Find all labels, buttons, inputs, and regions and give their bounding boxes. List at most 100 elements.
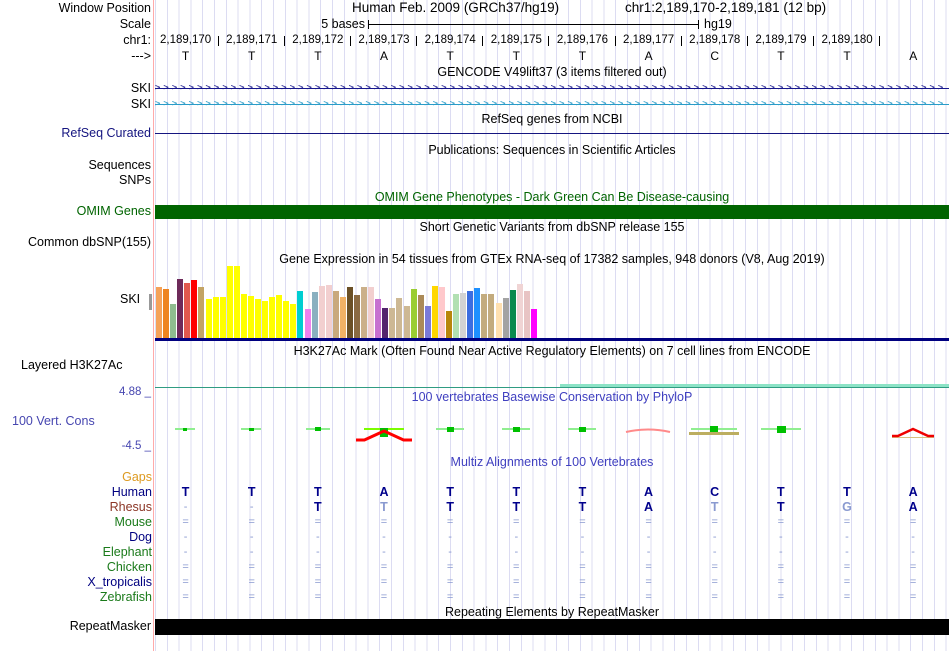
gtex-bar[interactable] [219,297,226,339]
multiz-species-label[interactable]: Mouse [114,516,152,529]
gtex-bar[interactable] [523,291,530,339]
gtex-bar[interactable] [509,290,516,339]
gtex-bar[interactable] [240,294,247,339]
multiz-row-mouse[interactable]: = = = = = = = = = = = = [153,516,948,529]
gtex-bar[interactable] [226,266,233,339]
gtex-bar[interactable] [467,291,474,339]
gtex-bar[interactable] [269,297,276,339]
multiz-row-dog[interactable]: ------------ [153,531,948,544]
gtex-bar[interactable] [474,288,481,339]
gtex-bar[interactable] [481,294,488,339]
gtex-bar[interactable] [424,306,431,339]
gtex-bar[interactable] [530,309,537,339]
reference-base: T [181,49,190,63]
multiz-row-zebrafish[interactable]: = = = = = = = = = = = = [153,591,948,604]
gtex-bar[interactable] [297,291,304,339]
gtex-bar[interactable] [346,287,353,339]
multiz-cell: - [316,531,320,543]
gtex-bar[interactable] [170,304,177,339]
gtex-bar[interactable] [488,294,495,339]
gtex-bar[interactable] [382,308,389,339]
gtex-bar[interactable] [177,279,184,339]
gtex-bar[interactable] [262,301,269,339]
gtex-bar[interactable] [389,308,396,339]
gtex-bar[interactable] [361,287,368,339]
multiz-species-label[interactable]: Dog [129,531,152,544]
gtex-bar[interactable] [247,296,254,339]
gtex-bar[interactable] [516,284,523,339]
omim-gene-bar[interactable] [155,205,949,219]
gtex-bar[interactable] [431,286,438,339]
gtex-bar[interactable] [205,299,212,339]
multiz-species-label[interactable]: Gaps [122,471,152,484]
gencode-transcript-1[interactable]: >>>>>>>>>>>>>>>>>>>>>>>>>>>>>>>>>>>>>>>>… [155,81,949,96]
gtex-bar[interactable] [311,292,318,339]
multiz-row-x_tropicalis[interactable]: = = = = = = = = = = = = [153,576,948,589]
gtex-bar[interactable] [325,285,332,339]
repeatmasker-label[interactable]: RepeatMasker [70,620,151,633]
gtex-bar[interactable] [283,301,290,339]
gencode-transcript-label-2[interactable]: SKI [131,98,151,111]
gtex-bar[interactable] [368,287,375,339]
gtex-bar[interactable] [163,289,170,339]
multiz-species-label[interactable]: X_tropicalis [87,576,152,589]
multiz-row-gaps[interactable] [153,471,948,484]
multiz-cell: = [777,591,785,603]
phylop-positive-bar [315,427,321,431]
reference-bases-row: TTTATTTACTTA [0,50,950,63]
gtex-bar[interactable] [339,297,346,339]
multiz-row-rhesus[interactable]: --TTTTTATTGA [153,501,948,514]
gtex-bar[interactable] [453,294,460,339]
gtex-bar[interactable] [354,295,361,339]
gtex-bar[interactable] [304,309,311,339]
gtex-gene-label[interactable]: SKI [120,293,140,306]
omim-genes-label[interactable]: OMIM Genes [77,205,151,218]
gtex-bar[interactable] [417,295,424,339]
common-dbsnp-label[interactable]: Common dbSNP(155) [28,236,151,249]
gtex-bar[interactable] [332,291,339,339]
multiz-species-label[interactable]: Chicken [107,561,152,574]
gtex-bar[interactable] [276,295,283,339]
gtex-bar[interactable] [290,304,297,339]
gtex-bar-chart[interactable] [155,265,949,339]
multiz-species-label[interactable]: Rhesus [110,501,152,514]
gtex-bar[interactable] [445,311,452,339]
gtex-bar[interactable] [198,287,205,339]
gtex-bar[interactable] [184,283,191,339]
gencode-transcript-2[interactable]: >>>>>>>>>>>>>>>>>>>>>>>>>>>>>>>>>>>>>>>>… [155,97,949,112]
repeatmasker-bar[interactable] [155,619,949,635]
multiz-cell: - [448,531,452,543]
multiz-row-chicken[interactable]: = = = = = = = = = = = = [153,561,948,574]
gtex-bar[interactable] [156,287,162,339]
multiz-row-elephant[interactable]: ------------ [153,546,948,559]
gtex-bar[interactable] [255,299,262,339]
gtex-bar[interactable] [375,299,382,339]
multiz-cell: - [712,531,717,543]
gtex-bar[interactable] [495,303,502,339]
reference-base: T [777,49,785,63]
gencode-transcript-label-1[interactable]: SKI [131,82,151,95]
gtex-bar[interactable] [403,306,410,339]
gtex-bar[interactable] [410,289,417,339]
multiz-species-label[interactable]: Zebrafish [100,591,152,604]
h3k27ac-track-title: H3K27Ac Mark (Often Found Near Active Re… [293,344,811,358]
snps-label[interactable]: SNPs [119,174,151,187]
h3k27ac-signal-highlight[interactable] [560,384,949,387]
gtex-bar[interactable] [396,298,403,339]
gtex-bar[interactable] [318,286,325,339]
gtex-bar[interactable] [460,293,467,339]
multiz-species-label[interactable]: Elephant [103,546,152,559]
sequences-label[interactable]: Sequences [88,159,151,172]
gtex-bar[interactable] [191,280,198,339]
refseq-curated-label[interactable]: RefSeq Curated [61,127,151,140]
gtex-bar[interactable] [438,287,445,339]
multiz-row-human[interactable]: TTTATTTACTTA [153,486,948,499]
h3k27ac-label[interactable]: Layered H3K27Ac [21,359,122,372]
gtex-bar[interactable] [233,266,240,339]
gtex-bar[interactable] [502,298,509,339]
multiz-species-label[interactable]: Human [112,486,152,499]
gtex-bar[interactable] [212,297,219,339]
refseq-gene-line[interactable] [155,133,949,134]
multiz-cell: = [182,516,189,528]
h3k27ac-signal-line[interactable] [155,387,949,388]
